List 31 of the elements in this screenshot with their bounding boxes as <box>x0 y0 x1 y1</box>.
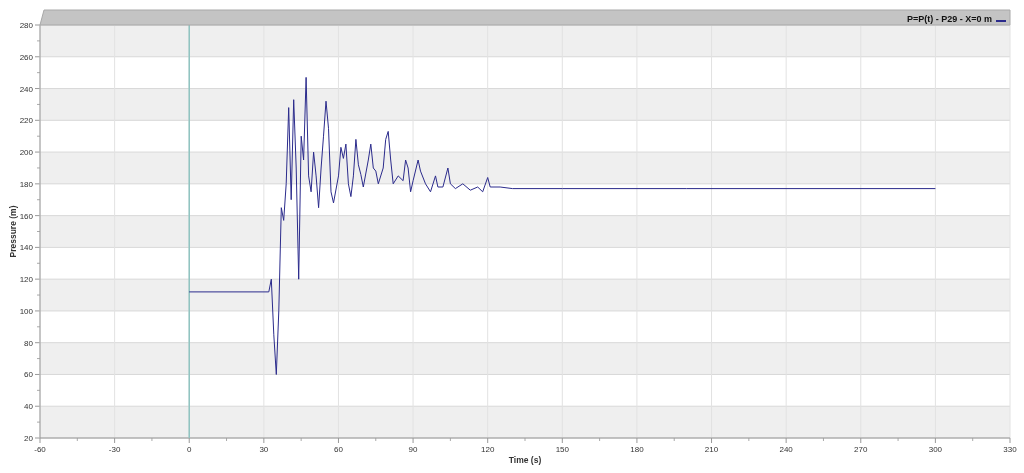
x-axis-tick-label: 150 <box>555 445 569 454</box>
x-axis-tick-label: -60 <box>34 445 46 454</box>
x-axis-tick-label: 0 <box>187 445 192 454</box>
y-axis-tick-label: 80 <box>24 338 33 348</box>
y-axis-tick-label: 120 <box>19 275 33 285</box>
y-axis-tick-label: 280 <box>19 21 33 30</box>
y-axis-tick-label: 60 <box>24 370 33 380</box>
y-axis-tick-label: 40 <box>24 402 33 412</box>
x-axis-tick-label: 180 <box>630 445 644 454</box>
x-axis-tick-label: 210 <box>704 445 719 454</box>
y-axis-tick-label: 200 <box>19 148 33 158</box>
x-axis-tick-label: 300 <box>928 445 943 454</box>
y-axis-tick-label: 100 <box>19 306 33 316</box>
y-axis-tick-label: 180 <box>19 179 33 189</box>
legend-label: P=P(t) - P29 - X=0 m <box>906 14 992 24</box>
y-axis-tick-label: 20 <box>24 434 33 443</box>
x-axis-tick-label: -30 <box>108 445 121 454</box>
x-axis-tick-label: 240 <box>779 445 793 454</box>
y-axis-tick-label: 160 <box>19 211 33 221</box>
x-axis-tick-label: 30 <box>259 445 269 454</box>
y-axis-title: Pressure (m) <box>8 205 18 258</box>
y-axis-tick-label: 260 <box>19 52 33 62</box>
x-axis-tick-label: 330 <box>1003 445 1017 454</box>
y-axis-tick-label: 140 <box>19 243 33 253</box>
x-axis-tick-label: 270 <box>854 445 868 454</box>
x-axis-tick-label: 60 <box>334 445 343 454</box>
x-axis-title: Time (s) <box>508 455 542 465</box>
x-axis-tick-label: 120 <box>481 445 495 454</box>
y-axis-tick-label: 240 <box>19 84 33 94</box>
y-axis-tick-label: 220 <box>19 116 33 126</box>
x-axis-tick-label: 90 <box>408 445 418 454</box>
